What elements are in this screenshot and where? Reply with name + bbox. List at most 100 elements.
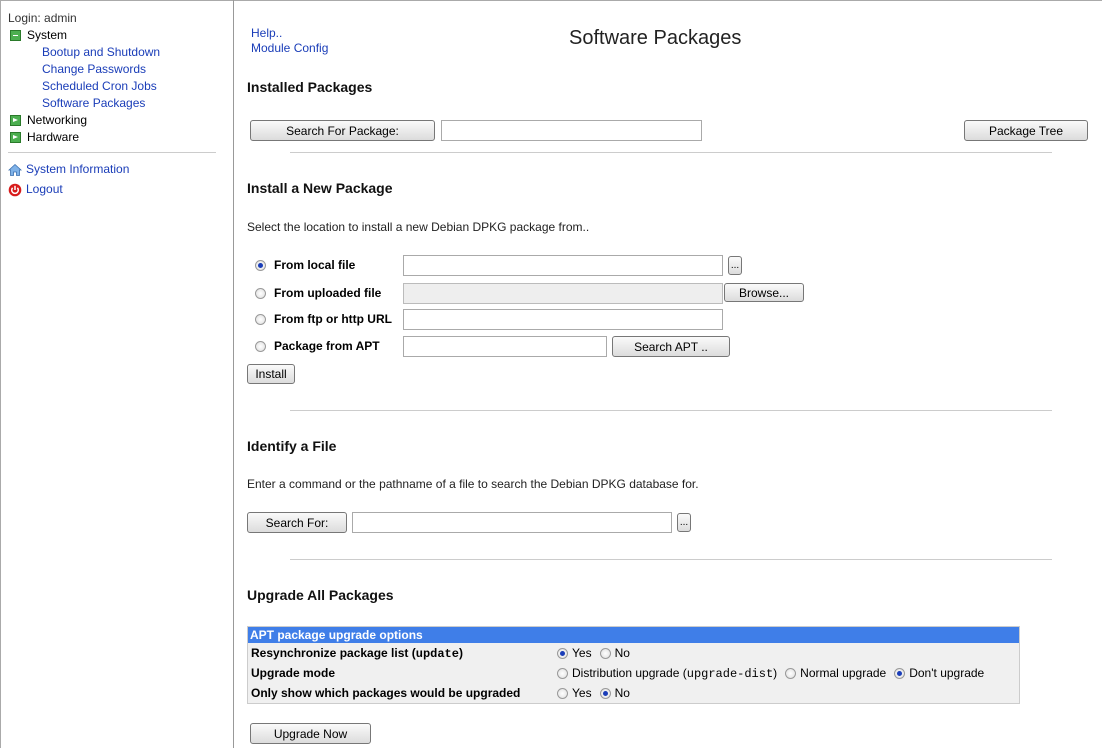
radio-button-icon bbox=[557, 687, 568, 699]
identify-file-heading: Identify a File bbox=[247, 438, 337, 454]
table-row: Resynchronize package list (update) Yes … bbox=[248, 643, 1019, 663]
system-information-label: System Information bbox=[26, 162, 130, 176]
house-icon bbox=[8, 163, 22, 176]
sidebar-item-software-packages[interactable]: Software Packages bbox=[8, 95, 228, 112]
sidebar-item-bootup[interactable]: Bootup and Shutdown bbox=[8, 44, 228, 61]
radio-button-icon bbox=[255, 340, 266, 352]
top-links: Help.. Module Config bbox=[251, 26, 328, 56]
apt-package-input[interactable] bbox=[403, 336, 607, 357]
help-link[interactable]: Help.. bbox=[251, 26, 328, 41]
radio-url[interactable]: From ftp or http URL bbox=[255, 312, 392, 326]
window-top-border bbox=[0, 0, 1102, 1]
table-title: APT package upgrade options bbox=[248, 627, 1019, 643]
file-chooser-button[interactable]: ... bbox=[728, 256, 742, 275]
option-label: Normal upgrade bbox=[800, 666, 887, 680]
window-left-border bbox=[0, 0, 1, 748]
resync-yes-radio[interactable]: Yes bbox=[557, 646, 592, 660]
mode-dist-radio[interactable]: Distribution upgrade (upgrade-dist) bbox=[557, 666, 777, 681]
radio-uploaded-file[interactable]: From uploaded file bbox=[255, 286, 381, 300]
radio-button-icon bbox=[255, 313, 266, 325]
radio-label: From ftp or http URL bbox=[274, 312, 392, 326]
browse-button[interactable]: Browse... bbox=[724, 283, 804, 302]
sidebar-category-system[interactable]: System bbox=[8, 27, 228, 44]
section-divider bbox=[290, 559, 1052, 560]
search-package-input[interactable] bbox=[441, 120, 702, 141]
url-input[interactable] bbox=[403, 309, 723, 330]
login-label: Login: admin bbox=[8, 11, 77, 25]
radio-button-icon bbox=[894, 667, 906, 679]
sidebar-category-networking[interactable]: Networking bbox=[8, 112, 228, 129]
page-title: Software Packages bbox=[569, 27, 742, 49]
sidebar-divider bbox=[233, 0, 234, 748]
option-label: Distribution upgrade (upgrade-dist) bbox=[572, 665, 778, 681]
radio-label: From uploaded file bbox=[274, 286, 382, 300]
radio-apt[interactable]: Package from APT bbox=[255, 339, 380, 353]
radio-label: From local file bbox=[274, 258, 356, 272]
mode-dist-code: upgrade-dist bbox=[686, 666, 774, 681]
sidebar-category-hardware[interactable]: Hardware bbox=[8, 129, 228, 146]
radio-button-icon bbox=[557, 647, 568, 659]
expand-open-icon bbox=[10, 30, 21, 41]
option-text: Distribution upgrade bbox=[572, 665, 680, 680]
upgrade-now-button[interactable]: Upgrade Now bbox=[250, 723, 371, 744]
upgrade-packages-heading: Upgrade All Packages bbox=[247, 587, 394, 603]
resync-options: Yes No bbox=[557, 646, 634, 660]
radio-button-icon bbox=[255, 259, 266, 271]
module-config-link[interactable]: Module Config bbox=[251, 41, 328, 56]
power-icon bbox=[8, 183, 22, 196]
show-no-radio[interactable]: No bbox=[599, 686, 630, 700]
category-label: Networking bbox=[27, 113, 88, 127]
uploaded-file-input[interactable] bbox=[403, 283, 723, 304]
install-button[interactable]: Install bbox=[247, 364, 295, 384]
package-tree-button[interactable]: Package Tree bbox=[964, 120, 1088, 141]
file-chooser-button[interactable]: ... bbox=[677, 513, 691, 532]
section-divider bbox=[290, 152, 1052, 153]
option-label: Don't upgrade bbox=[909, 666, 985, 680]
identify-description: Enter a command or the pathname of a fil… bbox=[247, 477, 699, 491]
install-description: Select the location to install a new Deb… bbox=[247, 220, 590, 234]
radio-button-icon bbox=[255, 287, 266, 299]
upgrade-mode-label: Upgrade mode bbox=[251, 666, 336, 680]
resync-label: Resynchronize package list (update) bbox=[251, 645, 463, 661]
logout-label: Logout bbox=[26, 182, 63, 196]
mode-normal-radio[interactable]: Normal upgrade bbox=[785, 666, 886, 680]
sidebar-separator bbox=[8, 152, 216, 153]
sidebar-item-change-passwords[interactable]: Change Passwords bbox=[8, 61, 228, 78]
show-only-label: Only show which packages would be upgrad… bbox=[251, 686, 521, 700]
search-for-button[interactable]: Search For: bbox=[247, 512, 347, 533]
installed-packages-heading: Installed Packages bbox=[247, 79, 373, 95]
resync-no-radio[interactable]: No bbox=[599, 646, 630, 660]
option-label: Yes bbox=[572, 646, 592, 660]
table-row: Upgrade mode Distribution upgrade (upgra… bbox=[248, 663, 1019, 683]
expand-closed-icon bbox=[10, 132, 21, 143]
search-for-input[interactable] bbox=[352, 512, 672, 533]
option-label: Yes bbox=[572, 686, 592, 700]
system-information-link[interactable]: System Information bbox=[8, 161, 228, 178]
option-label: No bbox=[614, 646, 630, 660]
resync-code: update bbox=[415, 646, 459, 661]
radio-button-icon bbox=[785, 667, 797, 679]
category-label: System bbox=[27, 28, 68, 42]
local-file-input[interactable] bbox=[403, 255, 723, 276]
sidebar: Login: admin System Bootup and Shutdown … bbox=[8, 10, 228, 201]
category-label: Hardware bbox=[27, 130, 80, 144]
upgrade-mode-options: Distribution upgrade (upgrade-dist) Norm… bbox=[557, 666, 988, 681]
radio-button-icon bbox=[599, 647, 611, 659]
sidebar-item-cron-jobs[interactable]: Scheduled Cron Jobs bbox=[8, 78, 228, 95]
expand-closed-icon bbox=[10, 115, 21, 126]
mode-none-radio[interactable]: Don't upgrade bbox=[894, 666, 984, 680]
search-package-button[interactable]: Search For Package: bbox=[250, 120, 435, 141]
show-only-options: Yes No bbox=[557, 686, 634, 700]
resync-label-text: Resynchronize package list bbox=[251, 645, 409, 660]
section-divider bbox=[290, 410, 1052, 411]
radio-button-icon bbox=[557, 667, 568, 679]
search-apt-button[interactable]: Search APT .. bbox=[612, 336, 730, 357]
install-package-heading: Install a New Package bbox=[247, 180, 393, 196]
radio-button-icon bbox=[599, 687, 611, 699]
show-yes-radio[interactable]: Yes bbox=[557, 686, 592, 700]
logout-link[interactable]: Logout bbox=[8, 181, 228, 198]
radio-local-file[interactable]: From local file bbox=[255, 258, 355, 272]
option-label: No bbox=[614, 686, 630, 700]
upgrade-options-table: APT package upgrade options Resynchroniz… bbox=[247, 626, 1020, 704]
radio-label: Package from APT bbox=[274, 339, 380, 353]
